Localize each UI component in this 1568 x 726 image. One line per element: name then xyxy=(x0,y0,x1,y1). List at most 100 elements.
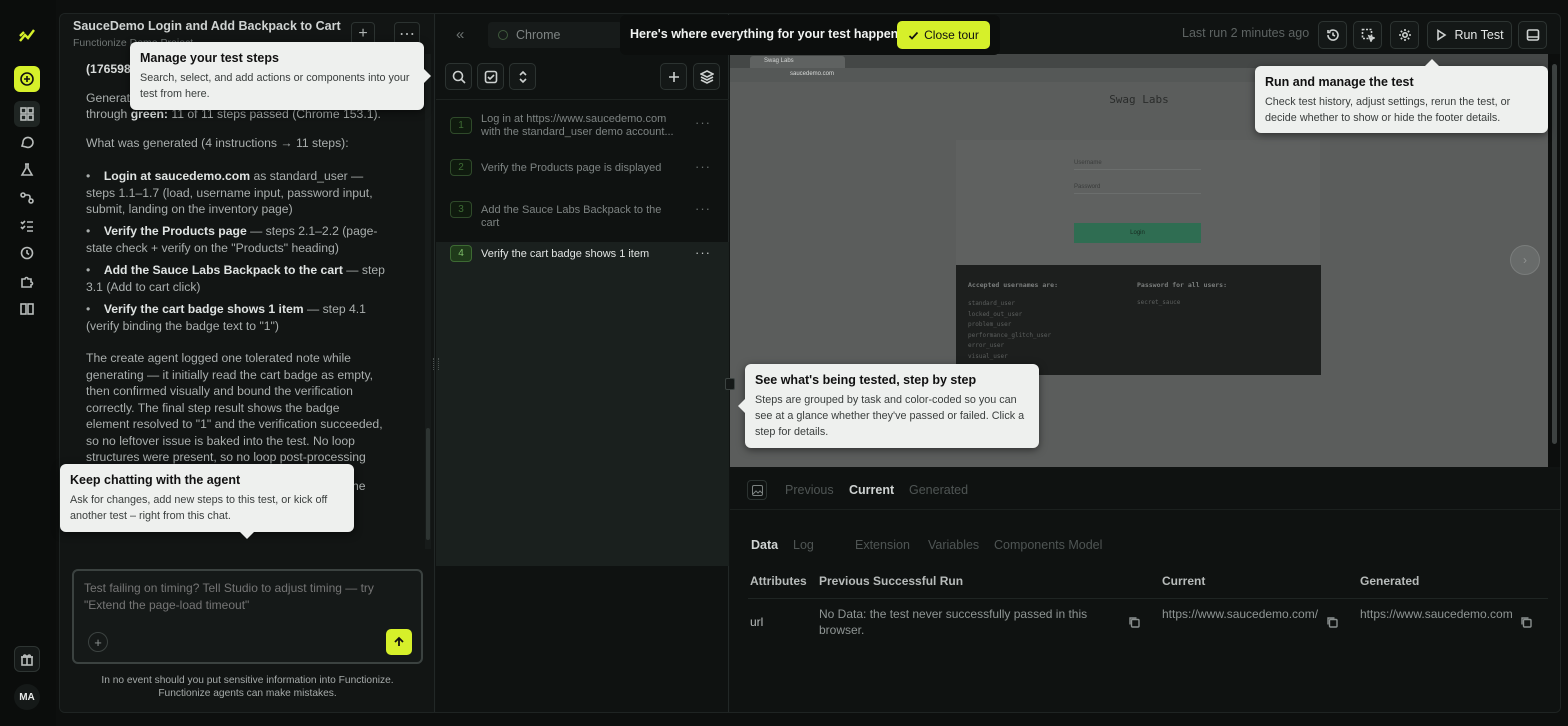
tab-current[interactable]: Current xyxy=(849,483,894,497)
compare-icon[interactable] xyxy=(14,296,40,322)
history-icon[interactable] xyxy=(14,240,40,266)
column-header-current: Current xyxy=(1162,574,1206,588)
chat-paragraph: The create agent logged one tolerated no… xyxy=(86,351,383,481)
tooltip-manage-steps: Manage your test steps Search, select, a… xyxy=(130,42,424,110)
divider xyxy=(436,99,729,100)
screenshot-toggle-button[interactable] xyxy=(747,480,767,500)
preview-scroll-thumb[interactable] xyxy=(1552,64,1557,444)
tooltip-title: Run and manage the test xyxy=(1265,75,1414,89)
collapse-icon[interactable]: « xyxy=(456,26,464,43)
step-row[interactable]: 2 Verify the Products page is displayed … xyxy=(436,159,729,179)
preview-scrollbar[interactable] xyxy=(1548,54,1560,467)
browser-tab: Swag Labs xyxy=(750,56,845,68)
tab-components-model[interactable]: Components Model xyxy=(994,538,1102,552)
select-element-icon xyxy=(1361,28,1375,42)
workflow-icon[interactable] xyxy=(14,185,40,211)
add-step-button[interactable] xyxy=(660,63,687,90)
step-text: Log in at https://www.saucedemo.com with… xyxy=(481,113,674,138)
step-menu-icon[interactable]: ··· xyxy=(695,160,711,173)
tooltip-body: Search, select, and add actions or compo… xyxy=(140,72,410,100)
tab-extension[interactable]: Extension xyxy=(855,538,910,552)
arrow-up-icon xyxy=(394,636,404,646)
checkbox-icon xyxy=(484,70,497,83)
tab-log[interactable]: Log xyxy=(793,538,814,552)
chat-resize-handle[interactable] xyxy=(433,358,439,370)
chat-bullet: • Verify the cart badge shows 1 item — s… xyxy=(86,302,366,333)
image-icon xyxy=(751,484,763,496)
disclaimer: In no event should you put sensitive inf… xyxy=(101,675,394,699)
dashboard-icon[interactable] xyxy=(14,101,40,127)
tab-variables[interactable]: Variables xyxy=(928,538,979,552)
check-icon xyxy=(909,31,919,40)
step-number: 1 xyxy=(450,117,472,134)
flask-icon[interactable] xyxy=(14,157,40,183)
expand-steps-button[interactable] xyxy=(509,63,536,90)
login-box: Username Password Login xyxy=(956,140,1320,265)
tooltip-run-manage: Run and manage the test Check test histo… xyxy=(1255,66,1548,133)
next-screenshot-icon[interactable]: › xyxy=(1510,245,1540,275)
search-icon xyxy=(452,70,466,84)
chat-summary-heading: What was generated (4 instructions → 11 … xyxy=(86,136,349,150)
gift-icon[interactable] xyxy=(14,646,40,672)
gear-icon xyxy=(1398,29,1411,41)
search-steps-button[interactable] xyxy=(445,63,472,90)
panel-bottom-icon xyxy=(1526,29,1539,41)
last-run-text: Last run 2 minutes ago xyxy=(1182,26,1310,40)
copy-icon[interactable] xyxy=(1326,616,1338,628)
step-menu-icon[interactable]: ··· xyxy=(695,202,711,215)
tab-previous[interactable]: Previous xyxy=(785,483,834,497)
expand-icon xyxy=(518,70,527,83)
usernames-list: standard_user locked_out_user problem_us… xyxy=(968,300,1052,360)
step-menu-icon[interactable]: ··· xyxy=(695,116,711,129)
step-text: Verify the Products page is displayed xyxy=(481,162,662,174)
step-row[interactable]: 3 Add the Sauce Labs Backpack to the car… xyxy=(436,201,729,229)
select-element-button[interactable] xyxy=(1353,21,1382,49)
step-row[interactable]: 1 Log in at https://www.saucedemo.com wi… xyxy=(436,113,729,139)
copy-icon[interactable] xyxy=(1128,616,1140,628)
plus-icon xyxy=(668,71,679,82)
step-number: 2 xyxy=(450,159,472,176)
step-menu-icon[interactable]: ··· xyxy=(695,246,711,259)
run-test-button[interactable]: Run Test xyxy=(1427,21,1512,49)
send-button[interactable] xyxy=(386,629,412,655)
accepted-heading: Accepted usernames are: xyxy=(968,281,1059,289)
credentials-box: Accepted usernames are: standard_user lo… xyxy=(956,265,1321,375)
chat-icon[interactable] xyxy=(14,129,40,155)
password-field: Password xyxy=(1074,180,1201,194)
new-test-icon[interactable] xyxy=(14,66,40,92)
puzzle-icon[interactable] xyxy=(14,268,40,294)
tour-banner-text: Here's where everything for your test ha… xyxy=(630,27,909,41)
toggle-footer-button[interactable] xyxy=(1518,21,1547,49)
components-button[interactable] xyxy=(693,63,720,90)
settings-button[interactable] xyxy=(1390,21,1419,49)
column-header-attributes: Attributes xyxy=(750,574,807,588)
functionize-logo-icon[interactable] xyxy=(14,23,40,49)
step-text: Verify the cart badge shows 1 item xyxy=(481,248,650,260)
select-steps-button[interactable] xyxy=(477,63,504,90)
resize-handle[interactable] xyxy=(725,378,735,390)
chat-input[interactable] xyxy=(84,580,404,620)
chat-scroll-thumb[interactable] xyxy=(426,428,430,540)
divider xyxy=(730,509,1560,510)
tooltip-arrow xyxy=(738,399,745,413)
browser-select[interactable]: Chrome xyxy=(488,22,623,48)
step-row-selected[interactable]: 4 Verify the cart badge shows 1 item ··· xyxy=(436,245,729,265)
login-button: Login xyxy=(1074,223,1201,243)
chat-panel: SauceDemo Login and Add Backpack to Cart… xyxy=(60,14,435,712)
copy-icon[interactable] xyxy=(1520,616,1532,628)
cell-generated: https://www.saucedemo.com xyxy=(1360,607,1513,621)
tooltip-see-tested: See what's being tested, step by step St… xyxy=(745,364,1039,448)
layers-icon xyxy=(699,69,714,84)
checklist-icon[interactable] xyxy=(14,213,40,239)
history-button[interactable] xyxy=(1318,21,1347,49)
user-avatar[interactable]: MA xyxy=(14,684,40,710)
close-tour-button[interactable]: Close tour xyxy=(897,21,990,49)
cell-attribute: url xyxy=(750,615,764,629)
history-icon xyxy=(1326,29,1339,41)
password-heading: Password for all users: xyxy=(1137,281,1228,289)
tab-generated[interactable]: Generated xyxy=(909,483,968,497)
tooltip-title: Keep chatting with the agent xyxy=(70,473,241,487)
attach-button[interactable]: + xyxy=(88,632,108,652)
column-header-generated: Generated xyxy=(1360,574,1420,588)
tab-data[interactable]: Data xyxy=(751,538,778,552)
